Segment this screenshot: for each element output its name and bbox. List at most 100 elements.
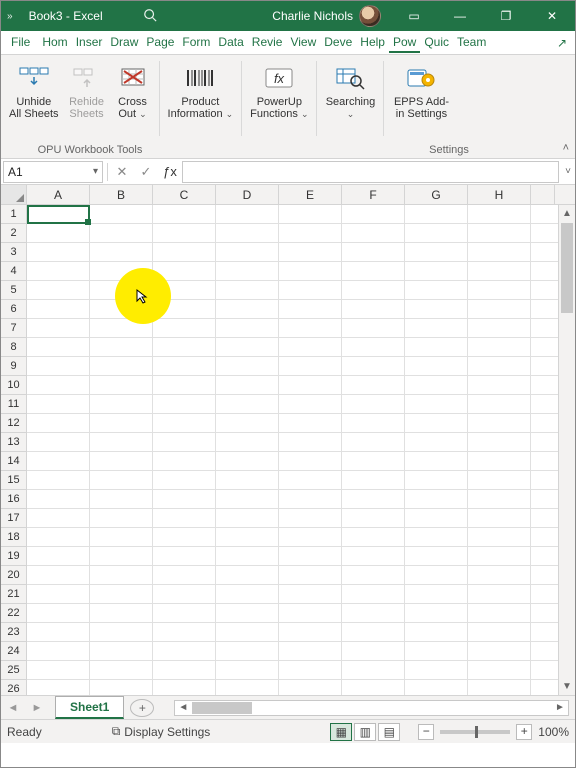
row-header-4[interactable]: 4	[1, 262, 26, 281]
zoom-out-button[interactable]: −	[418, 724, 434, 740]
col-header-b[interactable]: B	[90, 185, 153, 204]
name-box[interactable]: A1 ▾	[3, 161, 103, 183]
tab-help[interactable]: Help	[356, 32, 389, 53]
row-header-10[interactable]: 10	[1, 376, 26, 395]
row-header-3[interactable]: 3	[1, 243, 26, 262]
new-sheet-button[interactable]: +	[130, 699, 154, 717]
row-header-6[interactable]: 6	[1, 300, 26, 319]
vertical-scrollbar[interactable]: ▲ ▼	[558, 205, 575, 695]
sheet-nav-next[interactable]: ►	[25, 702, 49, 714]
search-data-icon	[334, 62, 366, 94]
expand-formula-bar-button[interactable]: ˅	[561, 166, 575, 177]
ribbon-display-options-button[interactable]: ▭	[391, 1, 437, 31]
row-header-26[interactable]: 26	[1, 680, 26, 695]
hscroll-right-button[interactable]: ►	[552, 702, 568, 713]
minimize-button[interactable]: —	[437, 1, 483, 31]
formula-input[interactable]	[182, 161, 559, 183]
zoom-in-button[interactable]: +	[516, 724, 532, 740]
horizontal-scrollbar[interactable]: ◄ ►	[174, 700, 569, 716]
hscroll-thumb[interactable]	[192, 702, 252, 714]
row-header-19[interactable]: 19	[1, 547, 26, 566]
tab-insert[interactable]: Inser	[72, 32, 107, 53]
insert-function-button[interactable]: ƒx	[158, 164, 182, 179]
row-header-12[interactable]: 12	[1, 414, 26, 433]
view-page-break-button[interactable]: ▤	[378, 723, 400, 741]
zoom-slider[interactable]	[440, 730, 510, 734]
tab-developer[interactable]: Deve	[320, 32, 356, 53]
tab-formulas[interactable]: Form	[178, 32, 214, 53]
tab-view[interactable]: View	[286, 32, 320, 53]
cross-out-icon	[117, 62, 149, 94]
row-header-17[interactable]: 17	[1, 509, 26, 528]
account-button[interactable]: Charlie Nichols	[262, 5, 391, 27]
row-header-1[interactable]: 1	[1, 205, 26, 224]
col-header-g[interactable]: G	[405, 185, 468, 204]
row-header-5[interactable]: 5	[1, 281, 26, 300]
tab-powerup[interactable]: Pow	[389, 32, 420, 53]
scroll-up-button[interactable]: ▲	[559, 205, 575, 222]
row-header-23[interactable]: 23	[1, 623, 26, 642]
collapse-ribbon-button[interactable]: ˄	[563, 142, 569, 154]
tab-file[interactable]: File	[3, 32, 38, 53]
col-header-c[interactable]: C	[153, 185, 216, 204]
row-header-16[interactable]: 16	[1, 490, 26, 509]
zoom-value[interactable]: 100%	[538, 725, 569, 739]
chevron-down-icon: ⌄	[347, 109, 355, 119]
tab-draw[interactable]: Draw	[106, 32, 142, 53]
scroll-down-button[interactable]: ▼	[559, 678, 575, 695]
unhide-all-sheets-button[interactable]: UnhideAll Sheets	[5, 59, 63, 123]
tab-review[interactable]: Revie	[248, 32, 287, 53]
tab-home[interactable]: Hom	[38, 32, 71, 53]
powerup-functions-button[interactable]: fx PowerUpFunctions ⌄	[246, 59, 312, 123]
sheet-nav-prev[interactable]: ◄	[1, 702, 25, 714]
rehide-sheets-icon	[71, 62, 103, 94]
col-header-d[interactable]: D	[216, 185, 279, 204]
share-button[interactable]: ↗	[551, 36, 573, 50]
selected-cell[interactable]	[27, 205, 90, 224]
group-opu-workbook-tools: UnhideAll Sheets RehideSheets CrossOut ⌄	[1, 55, 159, 158]
view-page-layout-button[interactable]: ▥	[354, 723, 376, 741]
searching-button[interactable]: Searching⌄	[321, 59, 379, 123]
hscroll-left-button[interactable]: ◄	[175, 702, 191, 713]
view-buttons: ▦ ▥ ▤	[330, 723, 400, 741]
col-header-f[interactable]: F	[342, 185, 405, 204]
row-header-8[interactable]: 8	[1, 338, 26, 357]
row-header-24[interactable]: 24	[1, 642, 26, 661]
col-header-partial[interactable]	[531, 185, 555, 204]
row-header-2[interactable]: 2	[1, 224, 26, 243]
select-all-button[interactable]	[1, 185, 27, 204]
row-header-7[interactable]: 7	[1, 319, 26, 338]
quick-access-chevron-icon[interactable]: »	[7, 11, 13, 22]
row-header-21[interactable]: 21	[1, 585, 26, 604]
row-header-18[interactable]: 18	[1, 528, 26, 547]
tab-quick[interactable]: Quic	[420, 32, 453, 53]
close-button[interactable]: ✕	[529, 1, 575, 31]
restore-button[interactable]: ❐	[483, 1, 529, 31]
row-header-25[interactable]: 25	[1, 661, 26, 680]
row-header-11[interactable]: 11	[1, 395, 26, 414]
row-header-22[interactable]: 22	[1, 604, 26, 623]
view-normal-button[interactable]: ▦	[330, 723, 352, 741]
row-header-9[interactable]: 9	[1, 357, 26, 376]
chevron-down-icon[interactable]: ▾	[93, 166, 98, 177]
row-header-13[interactable]: 13	[1, 433, 26, 452]
tab-team[interactable]: Team	[453, 32, 490, 53]
row-header-20[interactable]: 20	[1, 566, 26, 585]
search-icon[interactable]	[103, 8, 157, 25]
display-settings-button[interactable]: ⧉ Display Settings	[112, 724, 211, 739]
sheet-tab-active[interactable]: Sheet1	[55, 696, 124, 719]
window-title: Book3 - Excel	[13, 9, 103, 23]
cells-area[interactable]	[27, 205, 575, 695]
tab-page-layout[interactable]: Page	[142, 32, 178, 53]
row-headers: 1234567891011121314151617181920212223242…	[1, 205, 27, 695]
col-header-h[interactable]: H	[468, 185, 531, 204]
product-information-button[interactable]: ProductInformation ⌄	[164, 59, 238, 123]
scroll-thumb[interactable]	[561, 223, 573, 313]
cross-out-button[interactable]: CrossOut ⌄	[111, 59, 155, 123]
col-header-e[interactable]: E	[279, 185, 342, 204]
row-header-14[interactable]: 14	[1, 452, 26, 471]
epps-addin-settings-button[interactable]: EPPS Add-in Settings	[388, 59, 454, 123]
tab-data[interactable]: Data	[214, 32, 247, 53]
col-header-a[interactable]: A	[27, 185, 90, 204]
row-header-15[interactable]: 15	[1, 471, 26, 490]
